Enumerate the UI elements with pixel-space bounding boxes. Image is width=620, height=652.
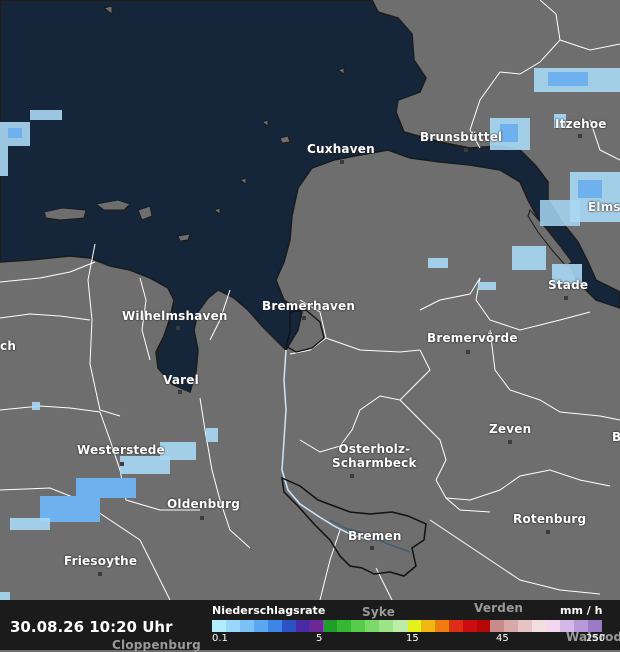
city-label-elmshorn: Elmsh: [588, 200, 620, 214]
legend-color-swatch: [476, 620, 491, 632]
legend-color-swatch: [420, 620, 435, 632]
legend-color-swatch: [504, 620, 519, 632]
legend-color-swatch: [323, 620, 338, 632]
city-label-cuxhaven: Cuxhaven: [307, 142, 375, 156]
city-label-oldenburg: Oldenburg: [167, 497, 241, 511]
city-label-varel: Varel: [163, 373, 199, 387]
legend-color-swatch: [434, 620, 449, 632]
city-label-westerstede: Westerstede: [77, 443, 165, 457]
legend-color-swatch: [337, 620, 352, 632]
city-dot: [178, 390, 182, 394]
city-dot: [546, 530, 550, 534]
legend-color-scale: [212, 620, 602, 632]
city-dot: [176, 326, 180, 330]
legend-tick: 250: [586, 633, 606, 644]
city-label-stade: Stade: [548, 278, 589, 292]
city-label-bremervoerde: Bremervörde: [427, 331, 518, 345]
legend-color-swatch: [546, 620, 561, 632]
map-canvas: [0, 0, 620, 650]
legend-tick: 45: [496, 633, 509, 644]
city-dot: [350, 474, 354, 478]
city-dot: [98, 572, 102, 576]
city-dot: [578, 134, 582, 138]
legend-tick: 15: [406, 633, 419, 644]
city-dot: [564, 296, 568, 300]
legend-title: Niederschlagsrate: [212, 604, 326, 617]
city-dot: [120, 462, 124, 466]
city-label-bremen: Bremen: [348, 529, 402, 543]
legend-color-swatch: [560, 620, 574, 632]
city-label-brunsbuettel: Brunsbüttel: [420, 130, 503, 144]
city-label-rotenburg: Rotenburg: [513, 512, 587, 526]
city-dot: [464, 148, 468, 152]
legend-color-swatch: [448, 620, 463, 632]
city-label-syke: Syke: [362, 605, 396, 619]
city-dot: [508, 440, 512, 444]
city-label-partial-west: ch: [0, 339, 17, 353]
city-label-osterholz-scharmbeck: Osterholz- Scharmbeck: [332, 442, 417, 470]
city-label-friesoythe: Friesoythe: [64, 554, 138, 568]
radar-map: Cuxhaven Brunsbüttel Itzehoe Elmsh Stade…: [0, 0, 620, 652]
legend-color-swatch: [462, 620, 477, 632]
city-dot: [302, 316, 306, 320]
legend-unit: mm / h: [560, 604, 603, 617]
legend-color-swatch: [295, 620, 310, 632]
legend-color-swatch: [239, 620, 254, 632]
legend-color-swatch: [532, 620, 547, 632]
legend-color-swatch: [281, 620, 296, 632]
city-label-verden: Verden: [474, 601, 524, 615]
city-label-zeven: Zeven: [489, 422, 532, 436]
legend-color-swatch: [518, 620, 533, 632]
legend-color-swatch: [573, 620, 588, 632]
legend-tick: 0.1: [212, 633, 228, 644]
legend-color-swatch: [351, 620, 366, 632]
city-dot: [466, 350, 470, 354]
legend-color-swatch: [406, 620, 421, 632]
city-label-wilhelmshaven: Wilhelmshaven: [122, 309, 228, 323]
city-dot: [340, 160, 344, 164]
legend-color-swatch: [253, 620, 268, 632]
legend-color-swatch: [392, 620, 407, 632]
legend-color-swatch: [225, 620, 240, 632]
legend-color-swatch: [587, 620, 602, 632]
legend-tick: 5: [316, 633, 323, 644]
legend-color-swatch: [379, 620, 393, 632]
legend-color-swatch: [365, 620, 380, 632]
city-dot: [200, 516, 204, 520]
city-label-bremerhaven: Bremerhaven: [262, 299, 356, 313]
legend-color-swatch: [309, 620, 324, 632]
city-label-partial-east: B: [612, 430, 620, 444]
legend-color-swatch: [212, 620, 226, 632]
legend-color-swatch: [490, 620, 505, 632]
legend-color-swatch: [267, 620, 282, 632]
timestamp-label: 30.08.26 10:20 Uhr: [10, 618, 173, 636]
city-label-itzehoe: Itzehoe: [555, 117, 607, 131]
city-dot: [370, 546, 374, 550]
